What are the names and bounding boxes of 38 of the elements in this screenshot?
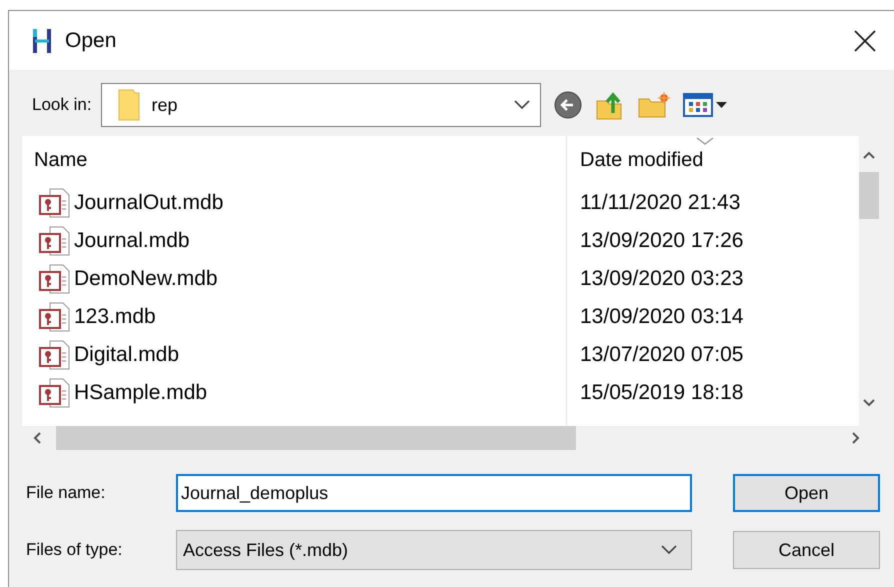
folder-icon: [118, 89, 140, 121]
database-file-icon: [38, 226, 72, 256]
date-modified: 13/09/2020 17:26: [580, 229, 744, 253]
database-file-icon: [38, 378, 72, 408]
file-type-label: Files of type:: [26, 540, 124, 560]
file-name[interactable]: DemoNew.mdb: [74, 267, 218, 291]
date-modified: 13/09/2020 03:23: [580, 267, 744, 291]
file-name[interactable]: HSample.mdb: [74, 381, 208, 405]
back-icon[interactable]: [552, 90, 583, 120]
open-button[interactable]: Open: [733, 474, 880, 512]
database-file-icon: [38, 188, 72, 218]
database-file-icon: [38, 340, 72, 370]
file-name[interactable]: 123.mdb: [74, 305, 156, 329]
file-type-dropdown[interactable]: Access Files (*.mdb): [176, 530, 692, 570]
column-header[interactable]: Date modified: [580, 148, 704, 172]
window-title: Open: [65, 28, 118, 52]
database-file-icon: [38, 302, 72, 332]
file-name[interactable]: Journal.mdb: [74, 229, 190, 253]
date-modified: 13/09/2020 03:14: [580, 305, 744, 329]
date-modified: 11/11/2020 21:43: [580, 191, 740, 215]
look-in-dropdown[interactable]: rep: [100, 83, 541, 127]
column-header[interactable]: Name: [34, 148, 88, 172]
file-name[interactable]: Digital.mdb: [74, 343, 180, 367]
cancel-button[interactable]: Cancel: [733, 531, 880, 569]
file-name-field[interactable]: Journal_demoplus: [176, 474, 692, 512]
date-modified: 13/07/2020 07:05: [580, 343, 744, 367]
chevron-down-icon[interactable]: [661, 545, 677, 555]
file-name-label: File name:: [26, 483, 106, 503]
date-modified: 15/05/2019 18:18: [580, 381, 744, 405]
scroll-thumb[interactable]: [56, 426, 576, 450]
file-name[interactable]: JournalOut.mdb: [74, 191, 224, 215]
chevron-down-icon[interactable]: [514, 100, 530, 110]
app-logo-icon: [33, 28, 51, 54]
scroll-thumb[interactable]: [859, 172, 879, 219]
view-menu-icon[interactable]: [682, 93, 729, 117]
database-file-icon: [38, 264, 72, 294]
look-in-label: Look in:: [32, 95, 92, 115]
new-folder-icon[interactable]: [636, 91, 671, 119]
